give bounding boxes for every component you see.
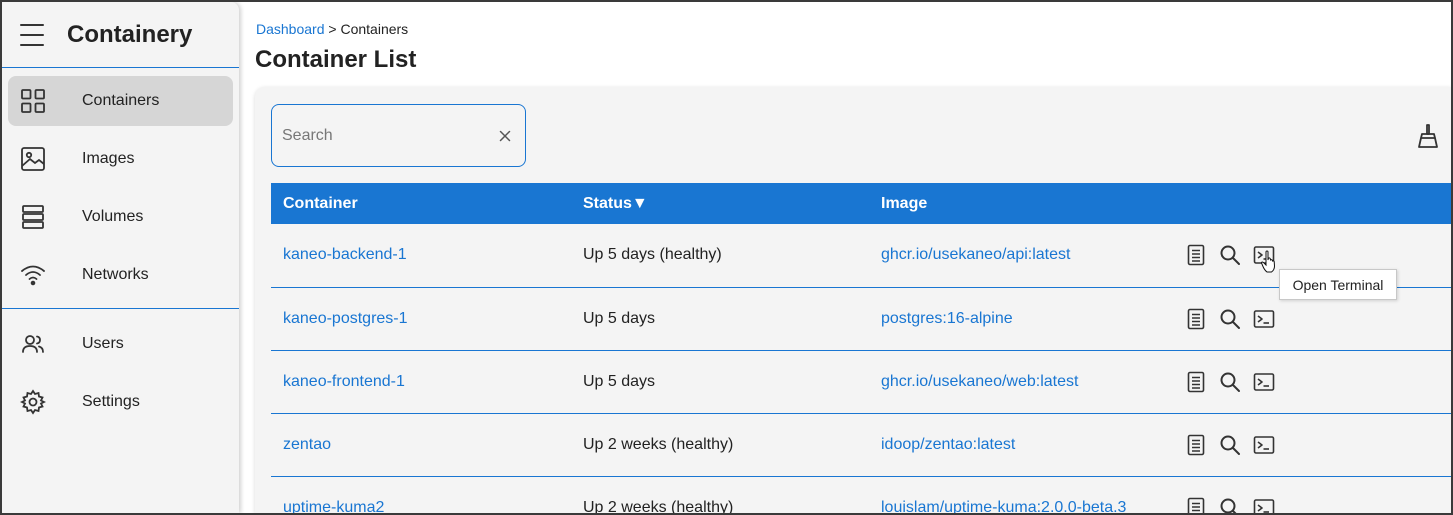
search-input[interactable] <box>282 126 497 145</box>
sidebar-item-label: Settings <box>82 393 140 410</box>
table-row: zentao Up 2 weeks (healthy) idoop/zentao… <box>271 413 1451 477</box>
table-row: kaneo-frontend-1 Up 5 days ghcr.io/useka… <box>271 350 1451 414</box>
row-actions <box>1181 497 1451 515</box>
table-row: uptime-kuma2 Up 2 weeks (healthy) louisl… <box>271 476 1451 515</box>
sidebar-header: Containery <box>2 2 239 68</box>
sidebar-divider <box>2 308 239 309</box>
breadcrumb-current: Containers <box>340 21 409 37</box>
container-image-link[interactable]: ghcr.io/usekaneo/web:latest <box>881 373 1078 390</box>
container-status: Up 2 weeks (healthy) <box>571 476 869 515</box>
row-actions <box>1181 371 1451 393</box>
inspect-search-icon[interactable] <box>1219 244 1241 266</box>
terminal-icon[interactable] <box>1253 434 1275 456</box>
sidebar-item-label: Volumes <box>82 208 144 225</box>
terminal-icon[interactable] <box>1253 371 1275 393</box>
sidebar-item-networks[interactable]: Networks <box>8 250 233 300</box>
logs-icon[interactable] <box>1185 308 1207 330</box>
sidebar: Containery Containers Images Volumes Net… <box>2 2 239 513</box>
table-row: kaneo-postgres-1 Up 5 days postgres:16-a… <box>271 287 1451 351</box>
gear-icon <box>20 389 46 415</box>
row-actions <box>1181 308 1451 330</box>
clear-search-icon[interactable] <box>497 128 513 144</box>
search-field <box>271 104 526 167</box>
container-image-link[interactable]: louislam/uptime-kuma:2.0.0-beta.3 <box>881 499 1126 515</box>
container-name-link[interactable]: kaneo-frontend-1 <box>283 373 405 390</box>
wifi-icon <box>20 262 46 288</box>
sidebar-item-users[interactable]: Users <box>8 319 233 369</box>
container-image-link[interactable]: ghcr.io/usekaneo/api:latest <box>881 246 1070 263</box>
logs-icon[interactable] <box>1185 244 1207 266</box>
users-icon <box>20 331 46 357</box>
container-image-link[interactable]: postgres:16-alpine <box>881 310 1013 327</box>
terminal-icon[interactable] <box>1253 308 1275 330</box>
container-name-link[interactable]: kaneo-postgres-1 <box>283 310 408 327</box>
container-status: Up 5 days (healthy) <box>571 224 869 288</box>
sidebar-item-label: Containers <box>82 92 160 109</box>
container-status: Up 5 days <box>571 350 869 414</box>
breadcrumb: Dashboard > Containers <box>256 21 408 37</box>
grid-icon <box>20 88 46 114</box>
sidebar-item-containers[interactable]: Containers <box>8 76 233 126</box>
app-title: Containery <box>67 20 193 48</box>
sidebar-nav: Containers Images Volumes Networks Users… <box>2 68 239 427</box>
sidebar-item-label: Networks <box>82 266 149 283</box>
hamburger-menu-icon[interactable] <box>20 23 44 46</box>
sidebar-item-settings[interactable]: Settings <box>8 377 233 427</box>
container-status: Up 5 days <box>571 287 869 351</box>
container-name-link[interactable]: uptime-kuma2 <box>283 499 384 515</box>
hand-cursor-icon <box>1260 250 1276 273</box>
sidebar-item-label: Images <box>82 150 135 167</box>
page-title: Container List <box>255 46 417 73</box>
column-header-container[interactable]: Container <box>271 183 571 224</box>
broom-icon[interactable] <box>1415 123 1441 149</box>
sidebar-item-images[interactable]: Images <box>8 134 233 184</box>
container-name-link[interactable]: zentao <box>283 436 331 453</box>
logs-icon[interactable] <box>1185 371 1207 393</box>
column-header-actions <box>1169 183 1451 224</box>
image-icon <box>20 146 46 172</box>
container-image-link[interactable]: idoop/zentao:latest <box>881 436 1015 453</box>
inspect-search-icon[interactable] <box>1219 497 1241 515</box>
logs-icon[interactable] <box>1185 434 1207 456</box>
storage-icon <box>20 204 46 230</box>
container-list-card: Container Status▼ Image kaneo-backend-1 … <box>255 87 1451 515</box>
inspect-search-icon[interactable] <box>1219 434 1241 456</box>
column-header-image[interactable]: Image <box>869 183 1169 224</box>
inspect-search-icon[interactable] <box>1219 371 1241 393</box>
row-actions <box>1181 244 1451 266</box>
container-status: Up 2 weeks (healthy) <box>571 413 869 477</box>
open-terminal-tooltip: Open Terminal <box>1279 269 1397 300</box>
column-header-status[interactable]: Status▼ <box>571 183 869 224</box>
table-header-row: Container Status▼ Image <box>271 183 1451 224</box>
row-actions <box>1181 434 1451 456</box>
breadcrumb-separator: > <box>328 21 337 37</box>
container-name-link[interactable]: kaneo-backend-1 <box>283 246 407 263</box>
logs-icon[interactable] <box>1185 497 1207 515</box>
inspect-search-icon[interactable] <box>1219 308 1241 330</box>
terminal-icon[interactable] <box>1253 497 1275 515</box>
sidebar-item-volumes[interactable]: Volumes <box>8 192 233 242</box>
sidebar-item-label: Users <box>82 335 124 352</box>
breadcrumb-link-dashboard[interactable]: Dashboard <box>256 21 325 37</box>
container-table: Container Status▼ Image kaneo-backend-1 … <box>271 183 1451 515</box>
